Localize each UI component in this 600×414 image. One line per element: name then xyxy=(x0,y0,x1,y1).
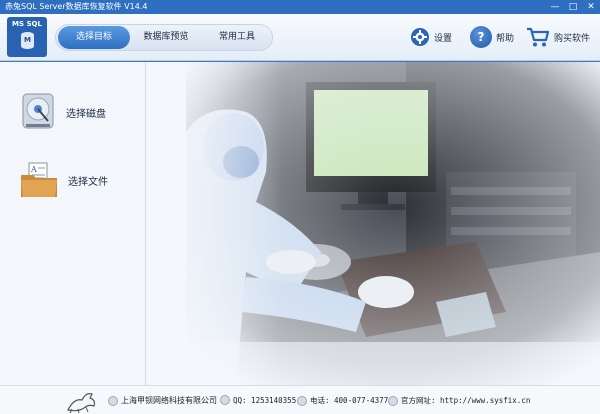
maximize-button[interactable]: □ xyxy=(564,0,582,14)
tab-common-tools[interactable]: 常用工具 xyxy=(202,26,272,49)
disk-icon xyxy=(22,93,54,129)
folder-file-icon: A xyxy=(21,162,57,197)
window-controls: — □ ✕ xyxy=(546,0,600,14)
app-logo: MS SQL M xyxy=(7,17,47,57)
company-info: 上海甲钡网络科技有限公司 xyxy=(108,395,217,406)
svg-text:A: A xyxy=(30,165,37,174)
main-toolbar: MS SQL M 选择目标 数据库预览 常用工具 设置 ? 帮助 购买软件 xyxy=(0,14,600,61)
company-name: 上海甲钡网络科技有限公司 xyxy=(121,396,217,405)
phone-number: 电话: 400-077-4377 xyxy=(310,396,389,405)
buy-software-label: 购买软件 xyxy=(554,33,591,44)
qq-icon xyxy=(220,395,230,405)
home-icon xyxy=(108,395,118,406)
website-link[interactable]: 官方网址: http://www.sysfix.cn xyxy=(388,395,530,406)
horse-logo-icon xyxy=(67,393,96,413)
qq-info: QQ: 1253140355 xyxy=(220,395,296,405)
database-icon: M xyxy=(21,32,34,49)
buy-software-button[interactable]: 购买软件 xyxy=(526,25,590,49)
status-bar: 上海甲钡网络科技有限公司 QQ: 1253140355 电话: 400-077-… xyxy=(0,385,600,414)
sidebar-item-select-disk[interactable]: 选择磁盘 xyxy=(20,92,106,132)
close-button[interactable]: ✕ xyxy=(582,0,600,14)
tab-select-target[interactable]: 选择目标 xyxy=(58,26,130,49)
phone-info: 电话: 400-077-4377 xyxy=(297,395,388,406)
tab-bar: 选择目标 数据库预览 常用工具 xyxy=(55,24,273,51)
globe-icon xyxy=(388,395,398,406)
gear-icon xyxy=(411,28,429,46)
website-url[interactable]: 官方网址: http://www.sysfix.cn xyxy=(401,395,530,406)
help-button[interactable]: ? 帮助 xyxy=(470,25,514,49)
window-title: 赤兔SQL Server数据库恢复软件 V14.4 xyxy=(5,2,148,11)
help-label: 帮助 xyxy=(496,33,515,44)
sidebar-item-label: 选择磁盘 xyxy=(66,108,106,120)
tab-database-preview[interactable]: 数据库预览 xyxy=(130,26,202,49)
sidebar: 选择磁盘 A 选择文件 xyxy=(0,62,146,385)
logo-db-letter: M xyxy=(24,36,31,44)
main-background-image xyxy=(146,62,600,385)
minimize-button[interactable]: — xyxy=(546,0,564,14)
settings-button[interactable]: 设置 xyxy=(410,25,452,49)
sidebar-item-label: 选择文件 xyxy=(68,176,108,188)
cart-icon xyxy=(527,27,550,47)
sidebar-item-select-file[interactable]: A 选择文件 xyxy=(20,162,108,198)
phone-icon xyxy=(297,395,307,406)
settings-label: 设置 xyxy=(434,33,453,44)
window-titlebar: 赤兔SQL Server数据库恢复软件 V14.4 — □ ✕ xyxy=(0,0,600,14)
help-icon: ? xyxy=(470,26,492,48)
technician-photo xyxy=(146,62,600,385)
logo-text: MS SQL xyxy=(12,20,42,28)
qq-number: QQ: 1253140355 xyxy=(233,395,297,405)
